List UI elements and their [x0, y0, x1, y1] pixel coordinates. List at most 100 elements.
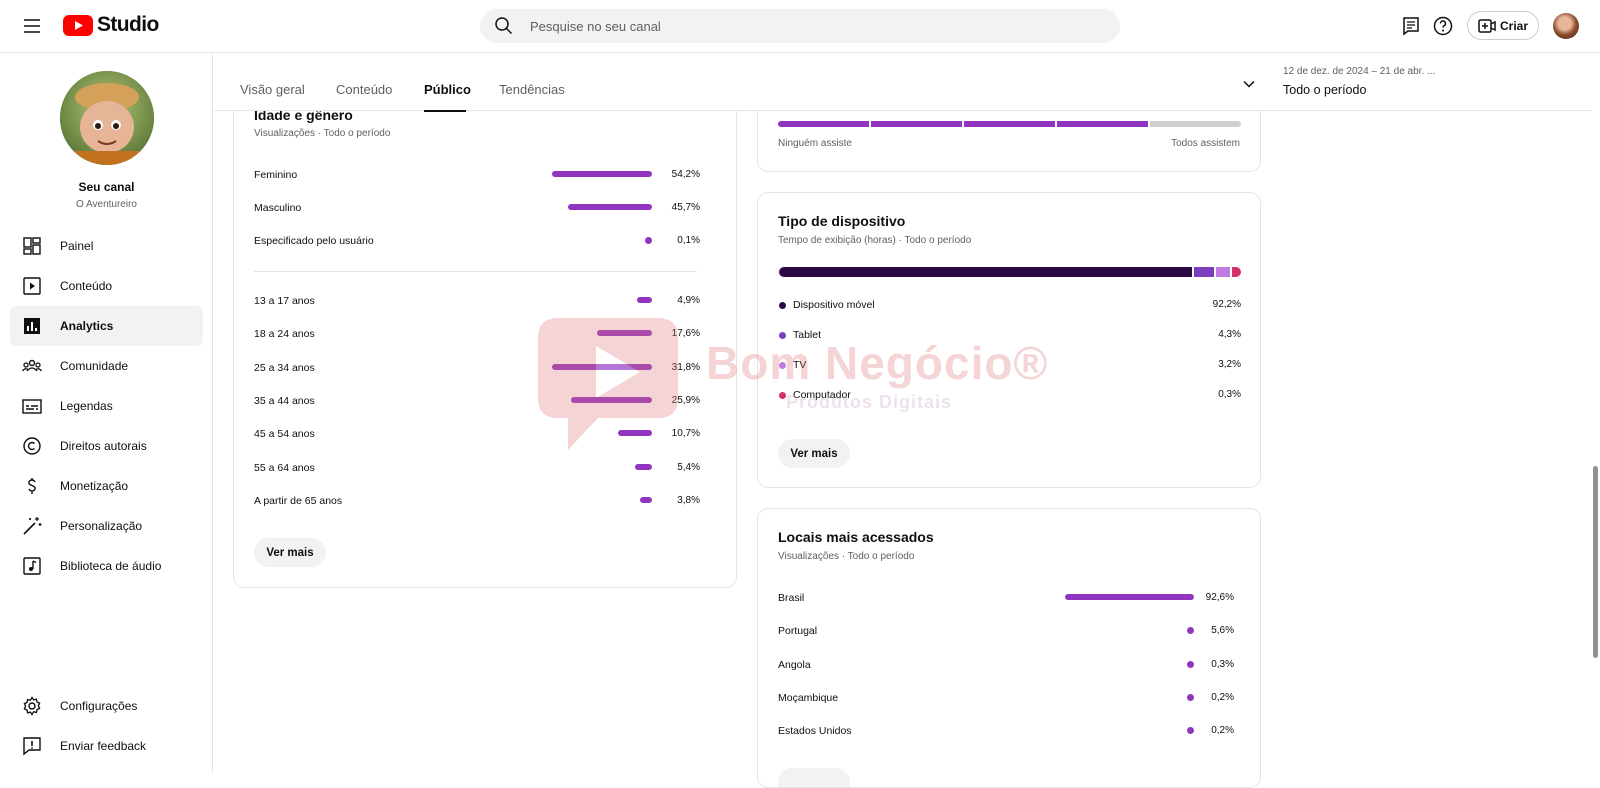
- community-icon: [21, 359, 43, 372]
- device-stacked-bar: [779, 267, 1241, 277]
- sidebar-item-label: Personalização: [60, 519, 143, 533]
- analytics-tabs-bar: Visão geral Conteúdo Público Tendências …: [214, 53, 1592, 111]
- menu-icon[interactable]: [20, 14, 44, 38]
- location-label: Brasil: [778, 592, 805, 604]
- share-bar: [596, 330, 652, 337]
- search-input[interactable]: [530, 18, 1090, 34]
- logo-text: Studio: [97, 13, 159, 36]
- sidebar-item-label: Conteúdo: [60, 279, 113, 293]
- tab-content[interactable]: Conteúdo: [336, 82, 392, 97]
- sidebar-item-content[interactable]: Conteúdo: [10, 266, 203, 306]
- sidebar-item-label: Comunidade: [60, 359, 129, 373]
- card-subtitle: Visualizações · Todo o período: [778, 551, 915, 562]
- location-value: 0,2%: [1211, 725, 1234, 737]
- comments-icon[interactable]: [1399, 14, 1423, 38]
- age-gender-card: Idade e gênero Visualizações · Todo o pe…: [233, 70, 737, 588]
- row-value: 3,8%: [677, 494, 700, 506]
- sidebar-item-analytics[interactable]: Analytics: [10, 306, 203, 346]
- period-range: 12 de dez. de 2024 – 21 de abr. ...: [1283, 66, 1436, 77]
- see-more-button[interactable]: Ver mais: [778, 439, 850, 468]
- scale-segment: [778, 121, 869, 127]
- legend-value: 3,2%: [1218, 359, 1241, 370]
- legend-label: Tablet: [793, 329, 822, 341]
- sidebar-item-copyright[interactable]: Direitos autorais: [10, 426, 203, 466]
- card-title: Tipo de dispositivo: [778, 213, 906, 229]
- location-value: 0,2%: [1211, 691, 1234, 703]
- row-label: 35 a 44 anos: [254, 394, 315, 407]
- sidebar-item-label: Monetização: [60, 479, 129, 493]
- chevron-down-icon[interactable]: [1242, 77, 1256, 91]
- sidebar-item-label: Painel: [60, 239, 94, 253]
- share-bar: [1187, 660, 1194, 668]
- search-bar: [480, 9, 1120, 43]
- subtitles-icon: [22, 399, 42, 414]
- content-icon: [23, 277, 41, 295]
- share-bar: [618, 430, 652, 437]
- share-bar: [640, 496, 652, 503]
- help-icon[interactable]: [1431, 14, 1455, 38]
- dashboard-icon: [23, 237, 41, 255]
- location-value: 5,6%: [1211, 625, 1234, 637]
- sidebar-item-customization[interactable]: Personalização: [10, 506, 203, 546]
- channel-avatar[interactable]: [60, 71, 154, 165]
- card-subtitle: Visualizações · Todo o período: [254, 128, 391, 139]
- legend-value: 4,3%: [1218, 329, 1241, 340]
- device-bar-segment: [779, 267, 1193, 277]
- account-avatar[interactable]: [1553, 13, 1579, 39]
- monetization-icon: [28, 478, 36, 494]
- legend-dot: [779, 392, 786, 399]
- copyright-icon: [23, 437, 41, 455]
- sidebar-item-audio-library[interactable]: Biblioteca de áudio: [10, 546, 203, 586]
- share-bar: [570, 396, 652, 403]
- sidebar-item-monetization[interactable]: Monetização: [10, 466, 203, 506]
- sidebar-item-settings[interactable]: Configurações: [10, 686, 203, 726]
- share-bar: [1187, 627, 1194, 635]
- studio-logo[interactable]: Studio: [63, 13, 159, 37]
- legend-label: Dispositivo móvel: [793, 299, 875, 311]
- search-icon[interactable]: [494, 16, 514, 36]
- see-more-button[interactable]: Ver mais: [254, 538, 326, 567]
- row-label: 25 a 34 anos: [254, 361, 315, 374]
- sidebar-item-community[interactable]: Comunidade: [10, 346, 203, 386]
- row-label: 55 a 64 anos: [254, 461, 315, 474]
- location-label: Moçambique: [778, 691, 839, 704]
- audio-library-icon: [23, 557, 41, 575]
- sidebar-item-label: Biblioteca de áudio: [60, 559, 162, 573]
- row-value: 31,8%: [671, 361, 700, 373]
- tab-overview[interactable]: Visão geral: [240, 82, 305, 97]
- row-value: 17,6%: [671, 328, 700, 340]
- scale-segment: [871, 121, 962, 127]
- share-bar: [645, 237, 652, 244]
- sidebar-item-label: Enviar feedback: [60, 739, 147, 753]
- row-label: 45 a 54 anos: [254, 428, 315, 441]
- sidebar: Seu canal O Aventureiro Painel Conteúdo …: [0, 53, 213, 773]
- sidebar-item-label: Configurações: [60, 699, 138, 713]
- legend-label: Computador: [793, 389, 851, 401]
- sidebar-item-dashboard[interactable]: Painel: [10, 226, 203, 266]
- device-type-card: Tipo de dispositivo Tempo de exibição (h…: [757, 192, 1261, 488]
- card-subtitle: Tempo de exibição (horas) · Todo o perío…: [778, 235, 972, 246]
- share-bar: [552, 363, 652, 370]
- row-label: Feminino: [254, 169, 298, 181]
- tab-audience[interactable]: Público: [424, 82, 471, 97]
- legend-dot: [779, 362, 786, 369]
- sidebar-item-feedback[interactable]: Enviar feedback: [10, 726, 203, 766]
- scale-segment: [964, 121, 1055, 127]
- row-value: 45,7%: [671, 202, 700, 213]
- row-value: 25,9%: [671, 394, 700, 406]
- tab-trends[interactable]: Tendências: [499, 82, 565, 97]
- row-value: 10,7%: [671, 428, 700, 440]
- device-bar-segment: [1232, 267, 1241, 277]
- device-bar-segment: [1194, 267, 1214, 277]
- period-selector[interactable]: 12 de dez. de 2024 – 21 de abr. ... Todo…: [1283, 66, 1483, 97]
- page-scrollbar[interactable]: [1593, 466, 1598, 658]
- create-button[interactable]: Criar: [1467, 11, 1539, 40]
- analytics-icon: [24, 318, 40, 334]
- see-more-button[interactable]: [778, 768, 850, 787]
- period-label: Todo o período: [1283, 83, 1367, 97]
- device-bar-segment: [1215, 267, 1231, 277]
- row-value: 0,1%: [677, 235, 700, 246]
- row-label: A partir de 65 anos: [254, 494, 343, 507]
- channel-handle: O Aventureiro: [76, 199, 137, 210]
- sidebar-item-subtitles[interactable]: Legendas: [10, 386, 203, 426]
